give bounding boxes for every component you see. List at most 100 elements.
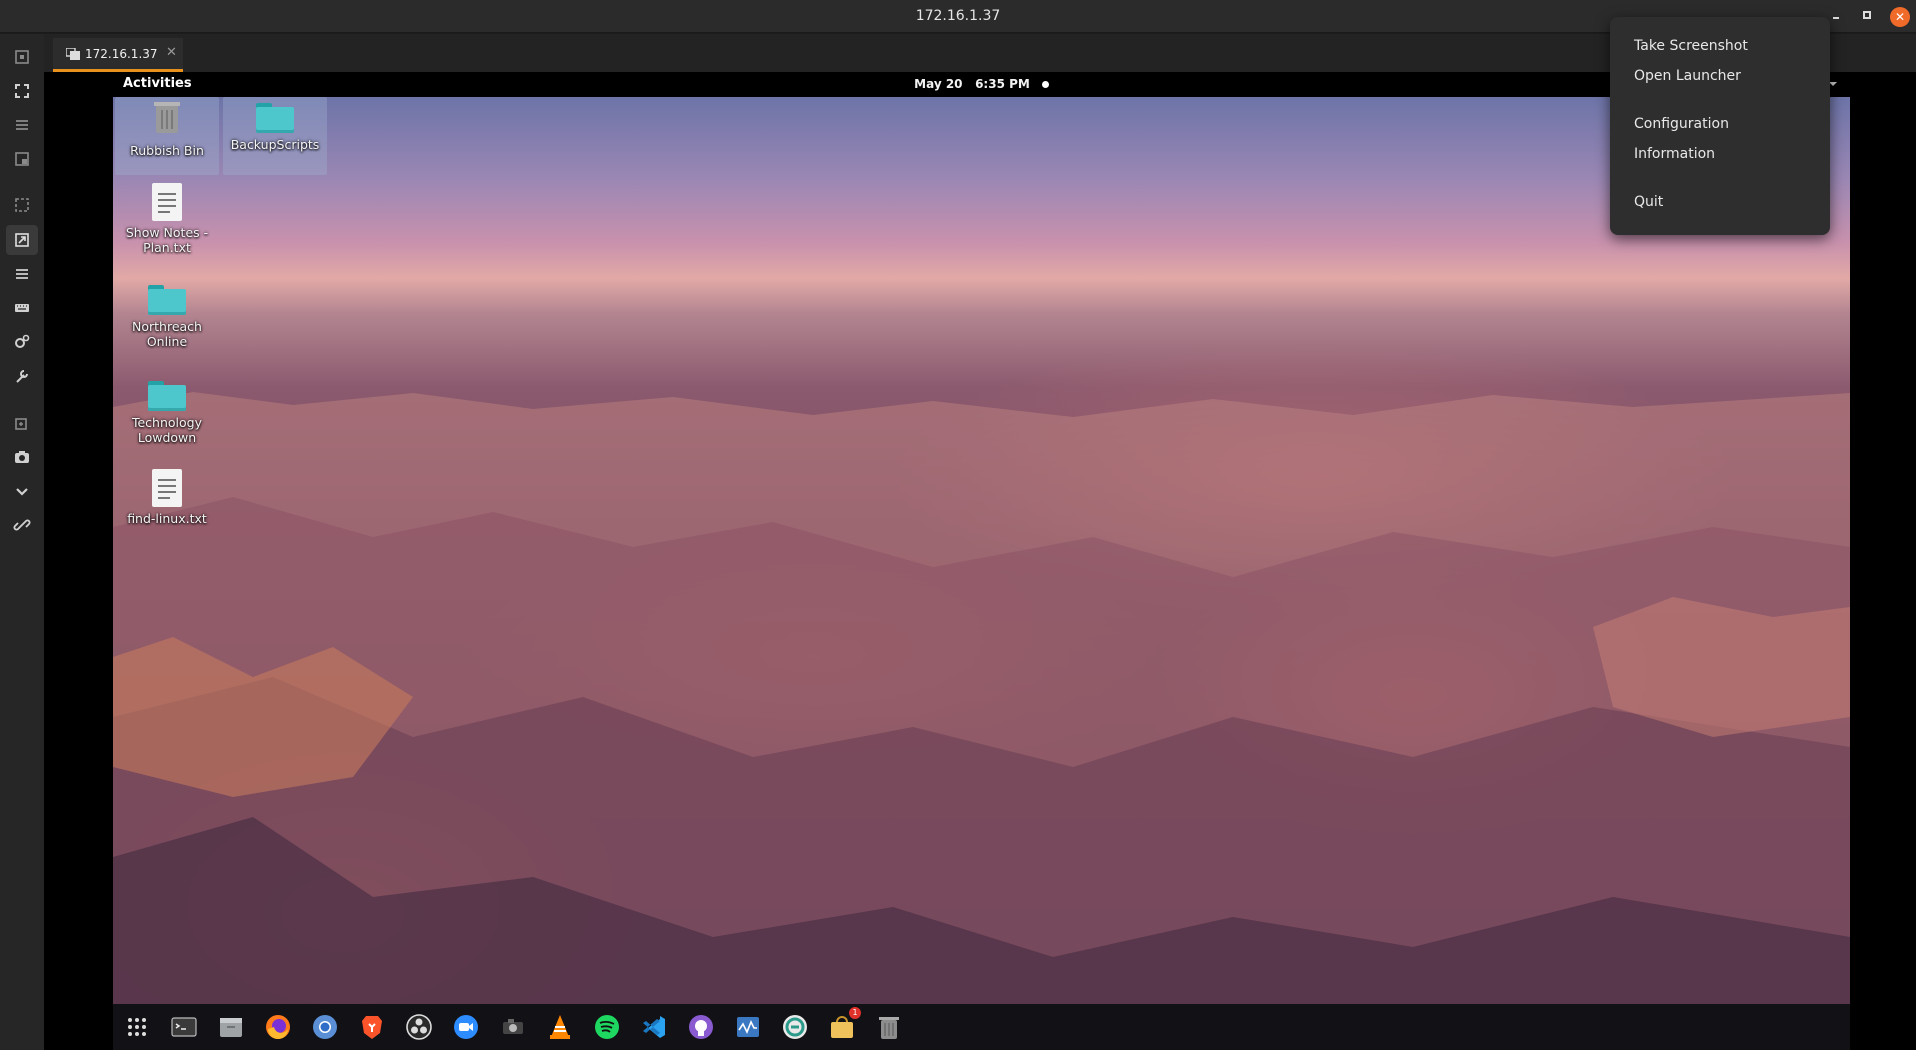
desktop[interactable]: Rubbish Bin BackupScripts Show Notes - P… (113, 97, 1850, 1004)
desktop-icon-show-notes[interactable]: Show Notes - Plan.txt (115, 181, 219, 255)
dock-spotify[interactable] (592, 1012, 622, 1042)
preferences-icon (15, 334, 30, 348)
show-apps-icon (128, 1018, 146, 1036)
dock-obs[interactable] (404, 1012, 434, 1042)
folder-icon (256, 103, 294, 133)
desktop-icon-label: Technology Lowdown (131, 415, 203, 445)
obs-icon (406, 1014, 432, 1040)
wallpaper-canyon-image (113, 392, 1850, 1004)
keyboard-button[interactable] (6, 293, 38, 323)
clock-date: May 20 (914, 77, 963, 91)
fit-window-icon (15, 50, 29, 64)
dock-chromium[interactable] (310, 1012, 340, 1042)
dock: 1 (113, 1004, 1850, 1050)
menu-icon (16, 120, 28, 130)
clock[interactable]: May 20 6:35 PM (113, 77, 1850, 91)
close-button[interactable]: ✕ (1890, 7, 1910, 27)
duplicate-icon (15, 418, 27, 430)
fit-window-button[interactable] (6, 42, 38, 72)
trash-icon (154, 102, 180, 133)
tools-button[interactable] (6, 361, 38, 391)
tab-label: 172.16.1.37 (85, 47, 158, 61)
fullscreen-button[interactable] (6, 76, 38, 106)
zoom-icon (454, 1015, 478, 1039)
disconnect-button[interactable] (6, 510, 38, 540)
tab-remote-connection[interactable]: 172.16.1.37 ✕ (53, 38, 183, 72)
menu-item-open-launcher[interactable]: Open Launcher (1634, 68, 1741, 84)
context-menu: Take Screenshot Open Launcher Configurat… (1610, 17, 1830, 235)
desktop-icon-rubbish-bin[interactable]: Rubbish Bin (115, 97, 219, 175)
list-button[interactable] (6, 259, 38, 289)
menu-button[interactable] (6, 110, 38, 140)
dock-github-desktop[interactable] (686, 1012, 716, 1042)
chromium-icon (313, 1015, 337, 1039)
system-monitor-icon (737, 1017, 759, 1037)
tab-close-icon[interactable]: ✕ (166, 45, 177, 60)
desktop-icon-label: BackupScripts (230, 137, 320, 152)
collapse-button[interactable] (6, 476, 38, 506)
remote-top-bar: Activities May 20 6:35 PM (113, 73, 1850, 97)
resize-button[interactable] (6, 225, 38, 255)
desktop-icon-technology-lowdown[interactable]: Technology Lowdown (115, 375, 219, 445)
menu-item-information[interactable]: Information (1634, 146, 1715, 162)
resize-icon (15, 233, 29, 247)
dock-system-monitor[interactable] (733, 1012, 763, 1042)
dock-vlc[interactable] (545, 1012, 575, 1042)
screenshot-tool-icon (503, 1019, 523, 1034)
maximize-button[interactable] (1857, 7, 1877, 27)
window-icon (15, 152, 29, 166)
minimize-icon (1833, 17, 1839, 19)
window-button[interactable] (6, 144, 38, 174)
scale-button[interactable] (6, 190, 38, 220)
trash-icon (879, 1017, 899, 1039)
left-toolbar (0, 34, 44, 1050)
desktop-icon-find-linux[interactable]: find-linux.txt (115, 467, 219, 526)
screenshot-button[interactable] (6, 442, 38, 472)
chevron-down-icon (16, 488, 28, 496)
dock-firefox[interactable] (263, 1012, 293, 1042)
fullscreen-icon (15, 84, 29, 98)
desktop-icon-backupscripts[interactable]: BackupScripts (223, 97, 327, 175)
remmina-icon (783, 1015, 807, 1039)
desktop-icon-northreach-online[interactable]: Northreach Online (115, 279, 219, 349)
duplicate-button[interactable] (6, 408, 38, 438)
camera-icon (15, 451, 29, 463)
preferences-button[interactable] (6, 327, 38, 357)
desktop-icon-label: Northreach Online (132, 319, 202, 349)
terminal-icon (171, 1017, 197, 1037)
files-icon (220, 1018, 242, 1037)
store-update-badge: 1 (849, 1007, 861, 1019)
dock-zoom[interactable] (451, 1012, 481, 1042)
dock-vscode[interactable] (639, 1012, 669, 1042)
connection-icon (66, 48, 80, 60)
clock-time: 6:35 PM (975, 77, 1030, 91)
list-icon (16, 269, 28, 279)
tools-icon (16, 370, 28, 383)
desktop-icon-label: find-linux.txt (127, 511, 207, 526)
dock-trash[interactable] (874, 1012, 904, 1042)
scale-icon (15, 198, 29, 212)
firefox-icon (266, 1015, 290, 1039)
desktop-icon-label: Show Notes - Plan.txt (125, 225, 209, 255)
dock-screenshot-tool[interactable] (498, 1012, 528, 1042)
desktop-icon-label: Rubbish Bin (130, 143, 204, 158)
text-file-icon (152, 183, 182, 221)
menu-item-configuration[interactable]: Configuration (1634, 116, 1729, 132)
dock-terminal[interactable] (169, 1012, 199, 1042)
dock-files[interactable] (216, 1012, 246, 1042)
spotify-icon (595, 1015, 619, 1039)
dock-brave[interactable] (357, 1012, 387, 1042)
dock-remmina[interactable] (780, 1012, 810, 1042)
menu-item-quit[interactable]: Quit (1634, 194, 1663, 210)
menu-item-take-screenshot[interactable]: Take Screenshot (1634, 38, 1748, 54)
close-icon: ✕ (1894, 10, 1906, 24)
folder-icon (148, 285, 186, 315)
text-file-icon (152, 469, 182, 507)
folder-icon (148, 381, 186, 411)
dock-software-store[interactable]: 1 (827, 1007, 861, 1042)
dock-show-apps[interactable] (122, 1012, 152, 1042)
github-desktop-icon (689, 1015, 713, 1039)
vscode-icon (643, 1016, 665, 1038)
vlc-icon (550, 1015, 570, 1039)
maximize-icon (1863, 11, 1871, 19)
